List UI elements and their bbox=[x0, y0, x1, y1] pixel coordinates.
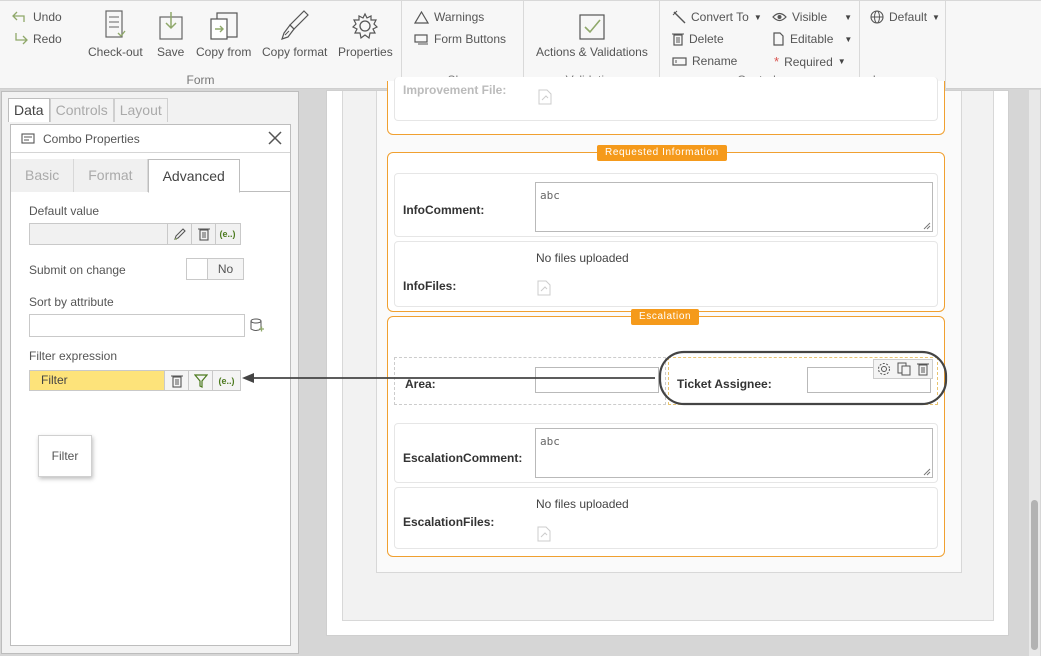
annotation-overlay bbox=[242, 350, 948, 406]
arrow-head-icon bbox=[242, 373, 254, 383]
vertical-scrollbar[interactable] bbox=[1029, 90, 1040, 656]
scroll-thumb[interactable] bbox=[1031, 500, 1038, 650]
callout-outline bbox=[658, 350, 948, 406]
